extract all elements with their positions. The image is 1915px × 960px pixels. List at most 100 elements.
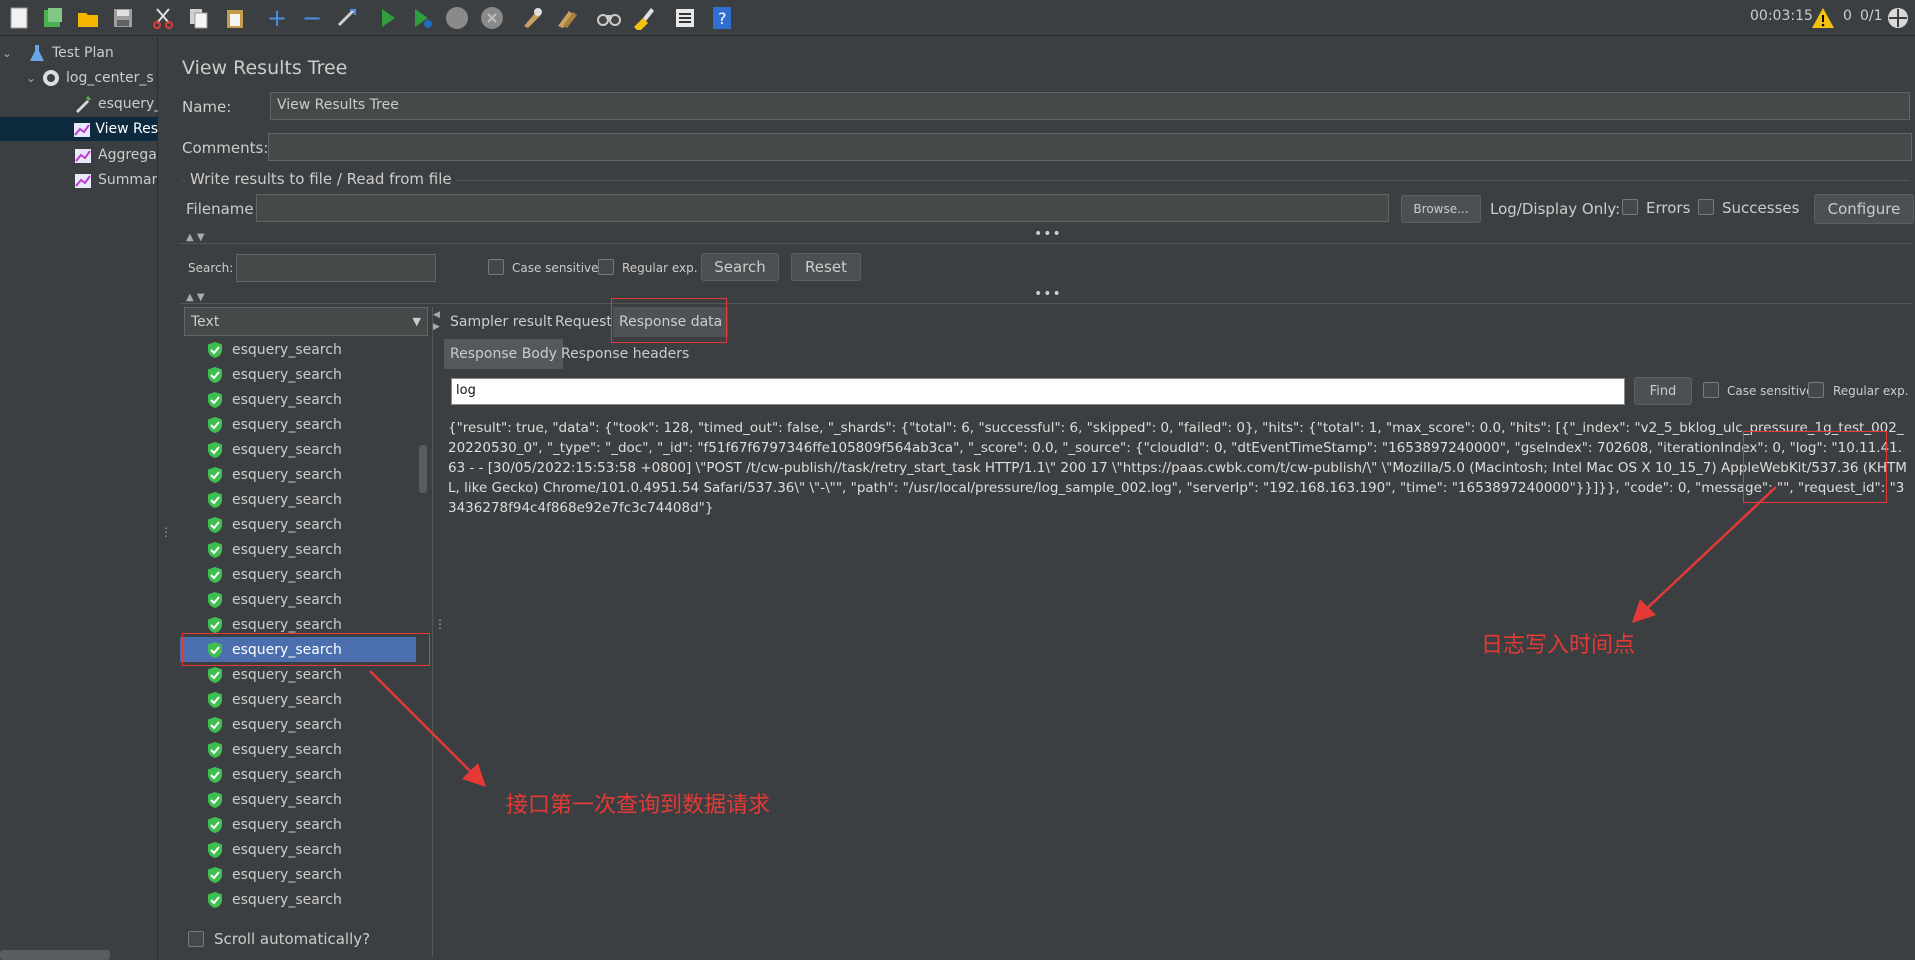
browse-button[interactable]: Browse... [1401, 195, 1481, 223]
tree-horizontal-scrollbar[interactable] [0, 950, 110, 960]
result-item[interactable]: esquery_search [180, 462, 416, 487]
pipette-icon [72, 94, 94, 114]
result-item[interactable]: esquery_search [180, 487, 416, 512]
thread-count: 0/1 [1860, 8, 1883, 24]
start-icon[interactable] [375, 5, 401, 31]
stop-icon[interactable] [444, 5, 470, 31]
function-helper-icon[interactable] [672, 5, 698, 31]
chevron-down-icon[interactable]: ⌄ [26, 71, 40, 85]
successes-label: Successes [1722, 199, 1800, 217]
save-icon[interactable] [110, 5, 136, 31]
errors-checkbox[interactable] [1622, 199, 1638, 215]
tab-response-headers[interactable]: Response headers [555, 339, 695, 369]
toggle-icon[interactable] [334, 5, 360, 31]
result-item[interactable]: esquery_search [180, 837, 416, 862]
templates-icon[interactable] [40, 5, 66, 31]
open-icon[interactable] [75, 5, 101, 31]
search-icon[interactable] [596, 5, 622, 31]
tree-item-thread-group[interactable]: ⌄ log_center_s [26, 66, 154, 90]
expand-icon[interactable]: + [264, 4, 290, 32]
splitter-grip-icon[interactable]: ⋮ [434, 617, 446, 631]
success-shield-icon [208, 816, 222, 833]
result-item-label: esquery_search [232, 666, 342, 683]
result-item[interactable]: esquery_search [180, 362, 416, 387]
gear-icon [40, 68, 62, 88]
remote-hosts-icon[interactable] [1885, 5, 1911, 31]
success-shield-icon [208, 341, 222, 358]
success-shield-icon [208, 891, 222, 908]
result-item-label: esquery_search [232, 541, 342, 558]
chart-icon [72, 170, 94, 190]
scroll-auto-checkbox[interactable] [188, 931, 204, 947]
find-regular-exp-checkbox[interactable] [1808, 382, 1824, 398]
new-icon[interactable] [6, 5, 32, 31]
result-item[interactable]: esquery_search [180, 862, 416, 887]
result-item-label: esquery_search [232, 341, 342, 358]
result-item[interactable]: esquery_search [180, 562, 416, 587]
dropdown-arrow-icon: ▼ [412, 315, 421, 328]
tab-response-body[interactable]: Response Body [444, 339, 564, 369]
success-shield-icon [208, 516, 222, 533]
results-scrollbar[interactable] [419, 445, 427, 493]
renderer-select[interactable]: Text ▼ [184, 307, 428, 336]
name-field[interactable]: View Results Tree [270, 92, 1910, 120]
comments-field[interactable] [268, 133, 1912, 161]
result-item[interactable]: esquery_search [180, 812, 416, 837]
find-case-sensitive-checkbox[interactable] [1703, 382, 1719, 398]
clear-all-icon[interactable] [554, 5, 580, 31]
help-icon[interactable]: ? [709, 5, 735, 31]
result-item[interactable]: esquery_search [180, 512, 416, 537]
successes-checkbox[interactable] [1698, 199, 1714, 215]
copy-icon[interactable] [186, 5, 212, 31]
tree-item-view-results[interactable]: View Res [0, 117, 158, 141]
result-item[interactable]: esquery_search [180, 387, 416, 412]
result-item[interactable]: esquery_search [180, 412, 416, 437]
divider-arrows-icon[interactable]: ▲ ▼ [186, 232, 205, 243]
result-item[interactable]: esquery_search [180, 337, 416, 362]
clear-icon[interactable] [519, 5, 545, 31]
tab-request[interactable]: Request [549, 307, 618, 337]
results-splitter[interactable] [432, 307, 433, 957]
result-item-label: esquery_search [232, 591, 342, 608]
tree-item-summary[interactable]: Summar [72, 168, 157, 192]
case-sensitive-checkbox[interactable] [488, 259, 504, 275]
reset-search-icon[interactable] [630, 5, 656, 31]
collapse-icon[interactable]: − [299, 4, 325, 32]
annotation-arrow-icon [369, 670, 486, 787]
divider-grip-icon[interactable]: ••• [1034, 226, 1062, 242]
result-item[interactable]: esquery_search [180, 437, 416, 462]
result-item[interactable]: esquery_search [180, 537, 416, 562]
view-results-panel: View Results Tree Name: View Results Tre… [166, 37, 1915, 960]
annotation-first-query: 接口第一次查询到数据请求 [506, 793, 771, 818]
tab-sampler-result[interactable]: Sampler result [444, 307, 558, 337]
main-splitter[interactable]: ⋮ [158, 37, 172, 960]
configure-button[interactable]: Configure [1814, 194, 1914, 224]
annotation-box-selected-result [182, 633, 430, 666]
tree-item-aggregate[interactable]: Aggrega [72, 143, 157, 167]
cut-icon[interactable] [150, 5, 176, 31]
shutdown-icon[interactable] [479, 5, 505, 31]
results-list: esquery_search esquery_search esquery_sear… [180, 337, 420, 917]
find-regular-exp-label: Regular exp. [1833, 384, 1909, 398]
search-input[interactable] [236, 254, 436, 282]
start-no-pause-icon[interactable] [410, 5, 436, 31]
find-input[interactable]: log [451, 378, 1625, 405]
chevron-down-icon[interactable]: ⌄ [2, 46, 16, 60]
paste-icon[interactable] [222, 5, 248, 31]
splitter-arrows-icon[interactable]: ◀ ▶ [433, 309, 440, 333]
result-item[interactable]: esquery_search [180, 887, 416, 912]
search-button[interactable]: Search [701, 253, 779, 281]
filename-field[interactable] [256, 194, 1389, 222]
tree-item-test-plan[interactable]: ⌄ Test Plan [2, 41, 114, 65]
divider-grip-icon[interactable]: ••• [1034, 286, 1062, 302]
success-shield-icon [208, 766, 222, 783]
result-item[interactable]: esquery_search [180, 587, 416, 612]
reset-button[interactable]: Reset [791, 253, 861, 281]
result-item-label: esquery_search [232, 891, 342, 908]
divider-arrows-icon[interactable]: ▲ ▼ [186, 292, 205, 303]
find-button[interactable]: Find [1634, 377, 1692, 405]
tree-item-sampler[interactable]: esquery_ [72, 92, 161, 116]
warning-icon[interactable] [1810, 5, 1836, 31]
flask-icon [26, 43, 48, 63]
regular-exp-checkbox[interactable] [598, 259, 614, 275]
